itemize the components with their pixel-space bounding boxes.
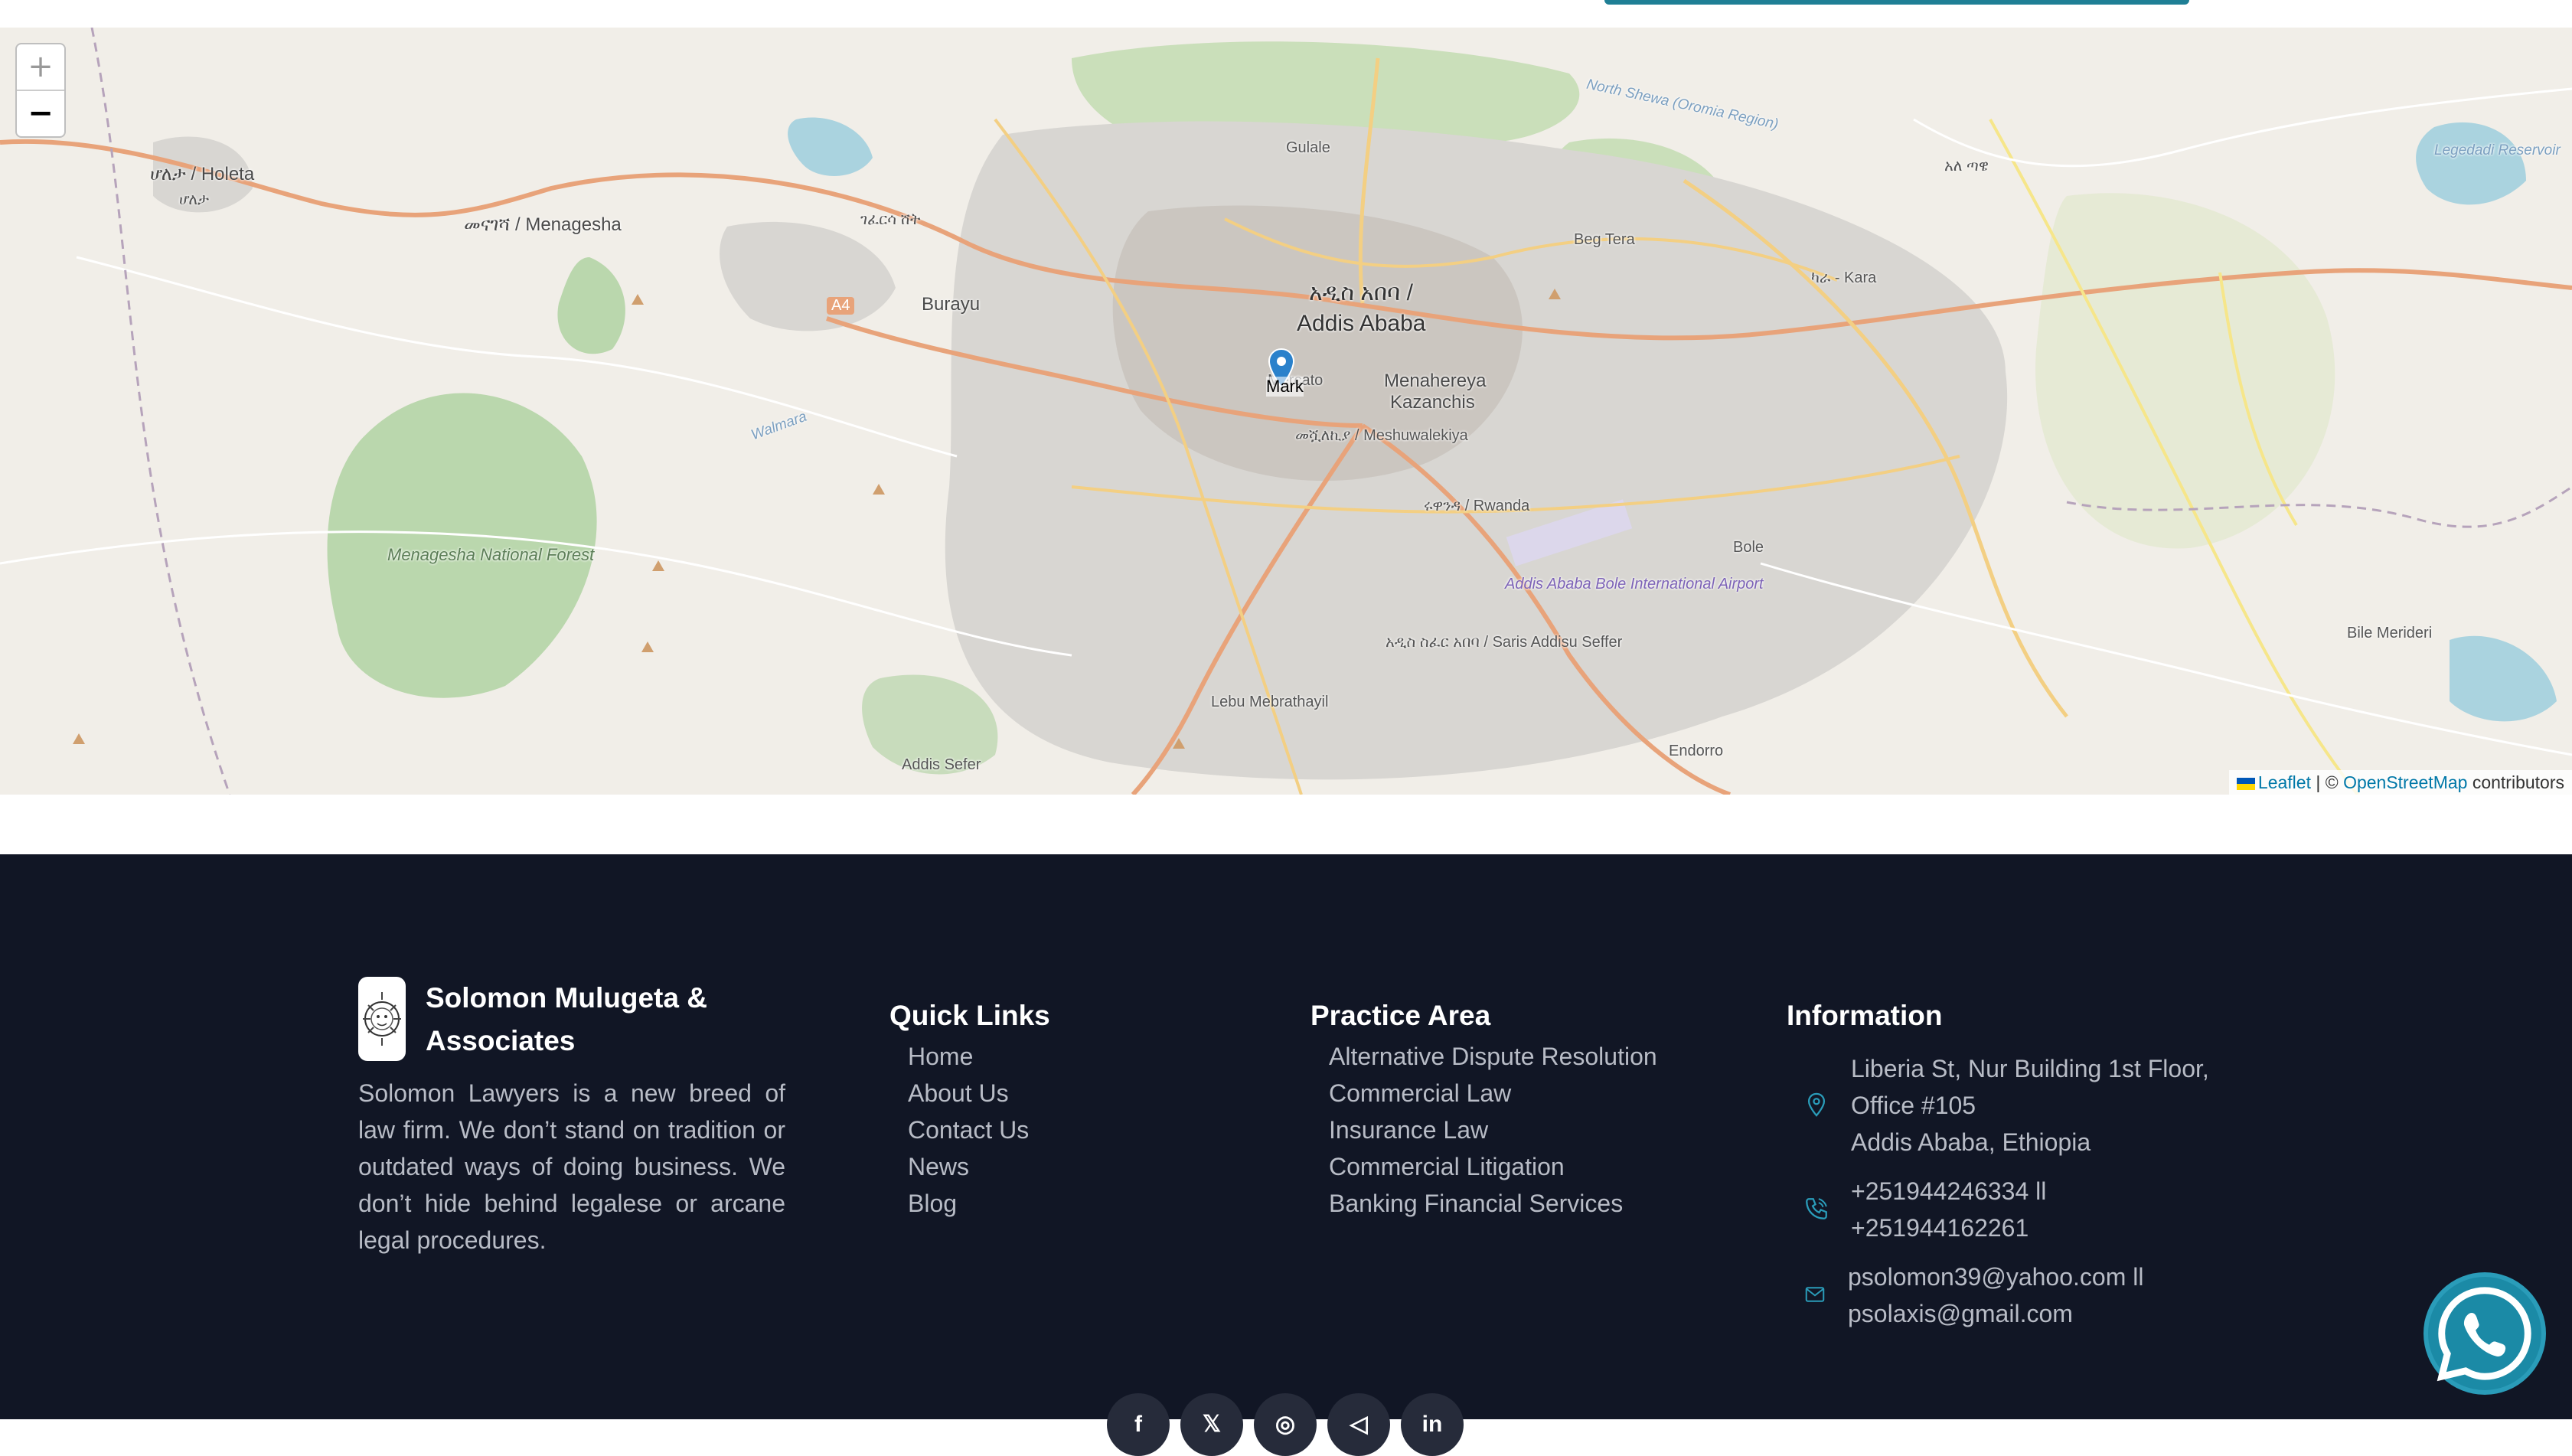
quick-link-home[interactable]: Home	[908, 1038, 1029, 1075]
brand-description: Solomon Lawyers is a new breed of law fi…	[358, 1079, 785, 1254]
quick-link-contact[interactable]: Contact Us	[908, 1112, 1029, 1148]
map-label-burayu-am: ገፈርሳ ሸት	[860, 211, 921, 228]
email-line-1[interactable]: psolomon39@yahoo.com ll	[1848, 1258, 2143, 1295]
map-label-endorro: Endorro	[1669, 743, 1724, 759]
map-label-gulale: Gulale	[1286, 139, 1330, 156]
map-label-meshuwalekiya: መሿለኪያ / Meshuwalekiya	[1295, 427, 1468, 444]
phone-line-1[interactable]: +251944246334 ll	[1851, 1173, 2046, 1210]
linkedin-icon[interactable]: in	[1401, 1393, 1464, 1456]
phone-icon	[1806, 1198, 1827, 1219]
map-label-bile: Bile Merideri	[2347, 625, 2433, 641]
x-twitter-icon[interactable]: 𝕏	[1180, 1393, 1243, 1456]
map-label-addis: Addis Ababa	[1297, 311, 1426, 336]
zoom-out-button[interactable]: −	[17, 90, 64, 136]
practice-link-commercial-litigation[interactable]: Commercial Litigation	[1329, 1148, 1657, 1185]
zoom-in-button[interactable]: +	[17, 44, 64, 90]
map-marker-label: Mark	[1266, 377, 1304, 397]
map[interactable]: ሆለታ / Holeta ሆለታ መናገሻ / Menagesha ገፈርሳ ሸ…	[0, 28, 2572, 795]
practice-link-commercial-law[interactable]: Commercial Law	[1329, 1075, 1657, 1112]
map-label-lebu: Lebu Mebrathayil	[1211, 694, 1329, 710]
practice-area-list: Alternative Dispute Resolution Commercia…	[1329, 1038, 1657, 1222]
location-pin-icon	[1807, 1092, 1826, 1117]
address-line-3: Addis Ababa, Ethiopia	[1851, 1128, 2091, 1156]
practice-link-insurance-law[interactable]: Insurance Law	[1329, 1112, 1657, 1148]
map-label-holeta: ሆለታ / Holeta	[150, 164, 255, 184]
quick-link-about[interactable]: About Us	[908, 1075, 1029, 1112]
attribution-separator: | ©	[2316, 772, 2339, 792]
map-label-addis-am: አዲስ አበባ /	[1309, 280, 1413, 305]
quick-link-blog[interactable]: Blog	[908, 1185, 1029, 1222]
brand-logo	[358, 977, 406, 1061]
openstreetmap-link[interactable]: OpenStreetMap	[2343, 772, 2467, 792]
map-label-kazanchis: Kazanchis	[1390, 392, 1475, 413]
map-label-beg-tera: Beg Tera	[1574, 231, 1635, 248]
practice-link-adr[interactable]: Alternative Dispute Resolution	[1329, 1038, 1657, 1075]
map-label-a4: A4	[827, 297, 855, 315]
top-button-edge[interactable]	[1604, 0, 2189, 5]
email-line-2[interactable]: psolaxis@gmail.com	[1848, 1295, 2073, 1332]
telegram-icon[interactable]: ◁	[1327, 1393, 1390, 1456]
map-label-menagesha-forest: Menagesha National Forest	[387, 545, 595, 564]
map-label-addis-sefer: Addis Sefer	[902, 756, 981, 773]
phone-line-2[interactable]: +251944162261	[1851, 1210, 2029, 1246]
leaflet-link[interactable]: Leaflet	[2258, 772, 2311, 792]
quick-links-list: Home About Us Contact Us News Blog	[908, 1038, 1029, 1222]
map-attribution: Leaflet | © OpenStreetMap contributors	[2228, 770, 2572, 795]
brand-name: Solomon Mulugeta & Associates	[426, 982, 707, 1056]
instagram-icon[interactable]: ◎	[1254, 1393, 1317, 1456]
map-label-rwanda: ሩዋንዳ / Rwanda	[1424, 498, 1530, 514]
whatsapp-button[interactable]	[2423, 1272, 2546, 1395]
map-label-holeta-small: ሆለታ	[179, 191, 210, 208]
address-line-2: Office #105	[1851, 1092, 1976, 1119]
whatsapp-icon	[2437, 1287, 2531, 1382]
map-label-menagesha: መናገሻ / Menagesha	[464, 214, 622, 235]
map-label-airport: Addis Ababa Bole International Airport	[1505, 576, 1764, 593]
map-label-saris: አዲስ ስፈር አበባ / Saris Addisu Seffer	[1386, 634, 1623, 651]
attribution-suffix: contributors	[2472, 772, 2564, 792]
map-label-kara: ካራ - Kara	[1811, 269, 1877, 286]
map-label-legedadi: Legedadi Reservoir	[2434, 142, 2561, 158]
practice-area-title: Practice Area	[1310, 1000, 1491, 1031]
practice-link-banking[interactable]: Banking Financial Services	[1329, 1185, 1657, 1222]
zoom-control: + −	[15, 43, 66, 138]
address-line-1: Liberia St, Nur Building 1st Floor,	[1851, 1055, 2209, 1082]
facebook-icon[interactable]: f	[1107, 1393, 1170, 1456]
map-label-ale-tawe: አለ ጣዌ	[1944, 158, 1989, 175]
map-label-bole: Bole	[1733, 539, 1764, 556]
quick-links-title: Quick Links	[889, 1000, 1050, 1031]
map-label-menahereya: Menahereya	[1384, 371, 1487, 391]
map-label-burayu: Burayu	[922, 294, 981, 315]
ukraine-flag-icon	[2236, 777, 2255, 790]
quick-link-news[interactable]: News	[908, 1148, 1029, 1185]
email-icon	[1805, 1287, 1825, 1302]
information-title: Information	[1787, 1000, 1943, 1031]
